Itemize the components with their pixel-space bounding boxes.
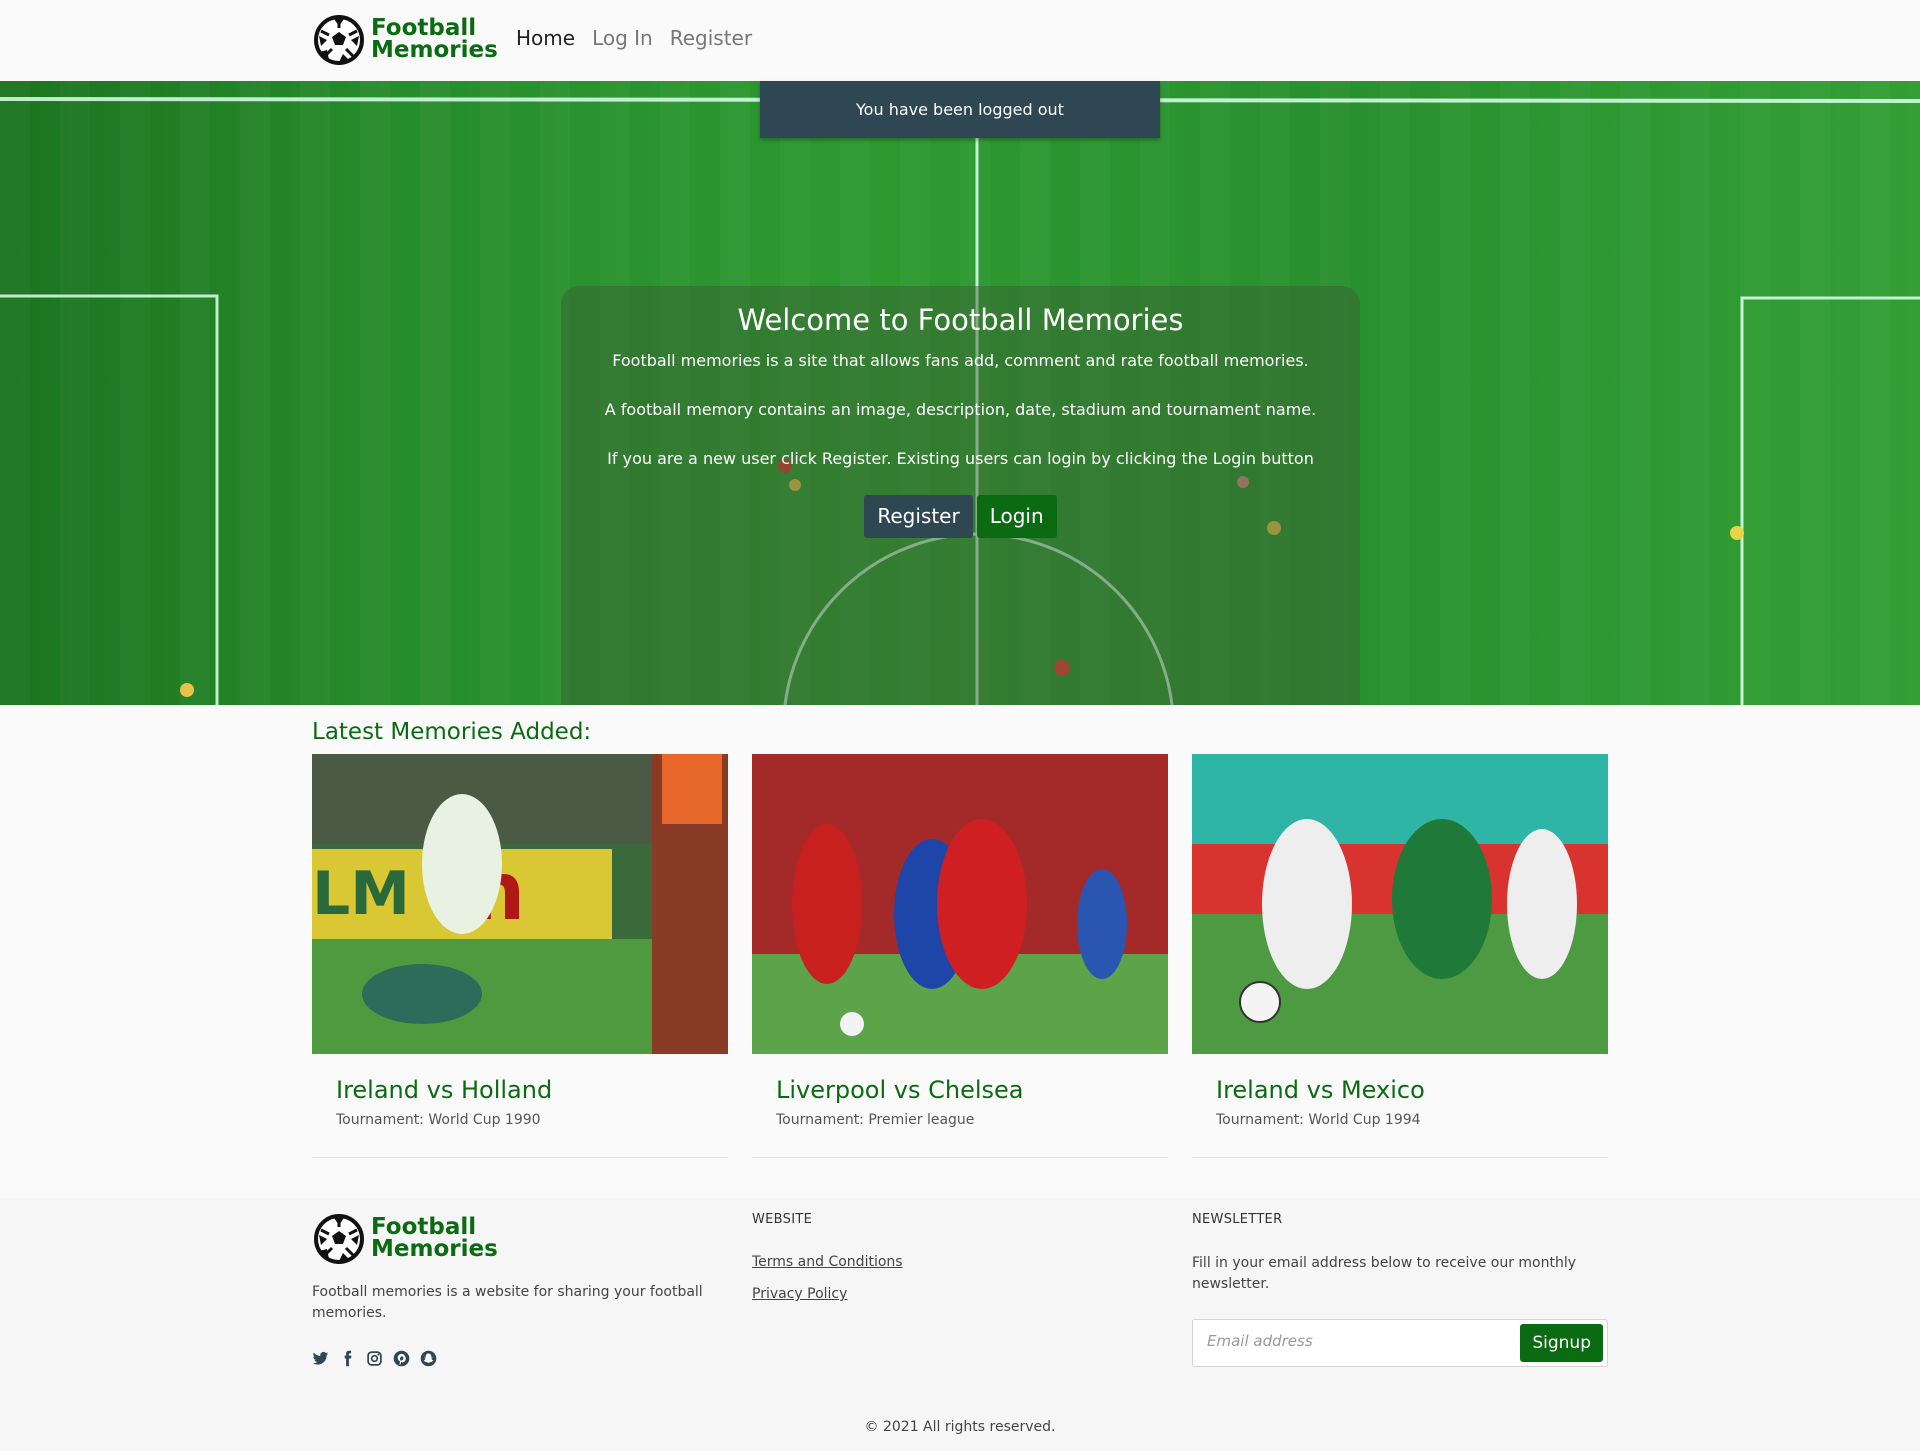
nav-home[interactable]: Home [516,26,575,50]
main-nav: Home Log In Register [516,26,752,50]
memory-title[interactable]: Ireland vs Mexico [1216,1076,1608,1104]
soccer-ball-icon [314,15,364,65]
memory-image[interactable] [752,754,1168,1054]
memory-tournament: Tournament: World Cup 1990 [336,1112,541,1128]
email-input[interactable] [1207,1332,1507,1350]
newsletter-text: Fill in your email address below to rece… [1192,1255,1577,1292]
memory-title[interactable]: Liverpool vs Chelsea [776,1076,1168,1104]
newsletter-form: Signup [1192,1319,1608,1367]
social-links [312,1350,437,1367]
memory-card[interactable]: Liverpool vs Chelsea Tournament: Premier… [752,754,1168,1158]
welcome-title: Welcome to Football Memories [737,303,1184,337]
soccer-ball-icon [314,1214,364,1264]
privacy-link[interactable]: Privacy Policy [752,1286,847,1302]
hero-register-button[interactable]: Register [864,495,973,538]
memory-title[interactable]: Ireland vs Holland [336,1076,728,1104]
nav-register[interactable]: Register [670,26,752,50]
site-footer: Football Memories Football memories is a… [0,1198,1920,1451]
memory-image[interactable]: m LM [312,754,728,1054]
snapchat-icon[interactable] [420,1350,437,1367]
memory-tournament: Tournament: Premier league [776,1112,975,1128]
footer-description: Football memories is a website for shari… [312,1284,703,1321]
instagram-icon[interactable] [366,1350,383,1367]
hero-banner: Welcome to Football Memories Football me… [0,81,1920,705]
latest-memories-heading: Latest Memories Added: [312,719,592,745]
memory-image[interactable] [1192,754,1608,1054]
welcome-text-3: If you are a new user click Register. Ex… [607,449,1314,468]
footer-brand-logo[interactable]: Football Memories [313,1213,498,1265]
hero-login-button[interactable]: Login [976,495,1057,538]
memory-tournament: Tournament: World Cup 1994 [1216,1112,1421,1128]
site-header: Football Memories Home Log In Register [0,0,1920,81]
welcome-text-2: A football memory contains an image, des… [604,400,1317,419]
brand-line-2: Memories [371,37,498,63]
copyright-text: © 2021 All rights reserved. [864,1419,1056,1435]
signup-button[interactable]: Signup [1520,1324,1603,1362]
memory-card[interactable]: m LM Ireland vs Holland Tournament: Worl… [312,754,728,1158]
svg-text:LM: LM [312,859,410,929]
welcome-text-1: Football memories is a site that allows … [612,351,1309,370]
pinterest-icon[interactable] [393,1350,410,1367]
terms-link[interactable]: Terms and Conditions [752,1254,903,1270]
welcome-panel: Welcome to Football Memories Football me… [561,286,1360,705]
newsletter-heading: NEWSLETTER [1192,1212,1283,1227]
website-heading: WEBSITE [752,1212,813,1227]
brand-logo[interactable]: Football Memories [313,14,498,66]
facebook-icon[interactable] [339,1350,356,1367]
footer-brand-line-2: Memories [371,1236,498,1262]
logout-toast: You have been logged out [760,81,1160,138]
memory-card[interactable]: Ireland vs Mexico Tournament: World Cup … [1192,754,1608,1158]
nav-login[interactable]: Log In [592,26,653,50]
twitter-icon[interactable] [312,1350,329,1367]
